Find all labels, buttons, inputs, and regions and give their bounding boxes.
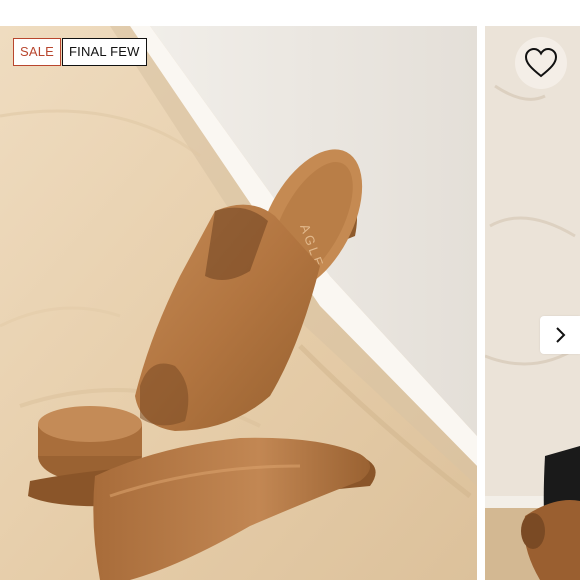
product-image-main[interactable]: AGLE — [0, 26, 477, 580]
final-few-badge: FINAL FEW — [62, 38, 147, 66]
next-photo — [485, 26, 580, 580]
product-image-gallery[interactable]: AGLE SALE FINAL FEW — [0, 26, 580, 580]
page-header-strip — [0, 0, 580, 26]
sale-badge: SALE — [13, 38, 62, 66]
next-image-button[interactable] — [540, 316, 580, 354]
chevron-right-icon — [556, 327, 566, 343]
product-image-next-peek[interactable] — [485, 26, 580, 580]
product-photo: AGLE — [0, 26, 477, 580]
wishlist-button[interactable] — [515, 37, 567, 89]
heart-outline-icon — [524, 47, 558, 78]
